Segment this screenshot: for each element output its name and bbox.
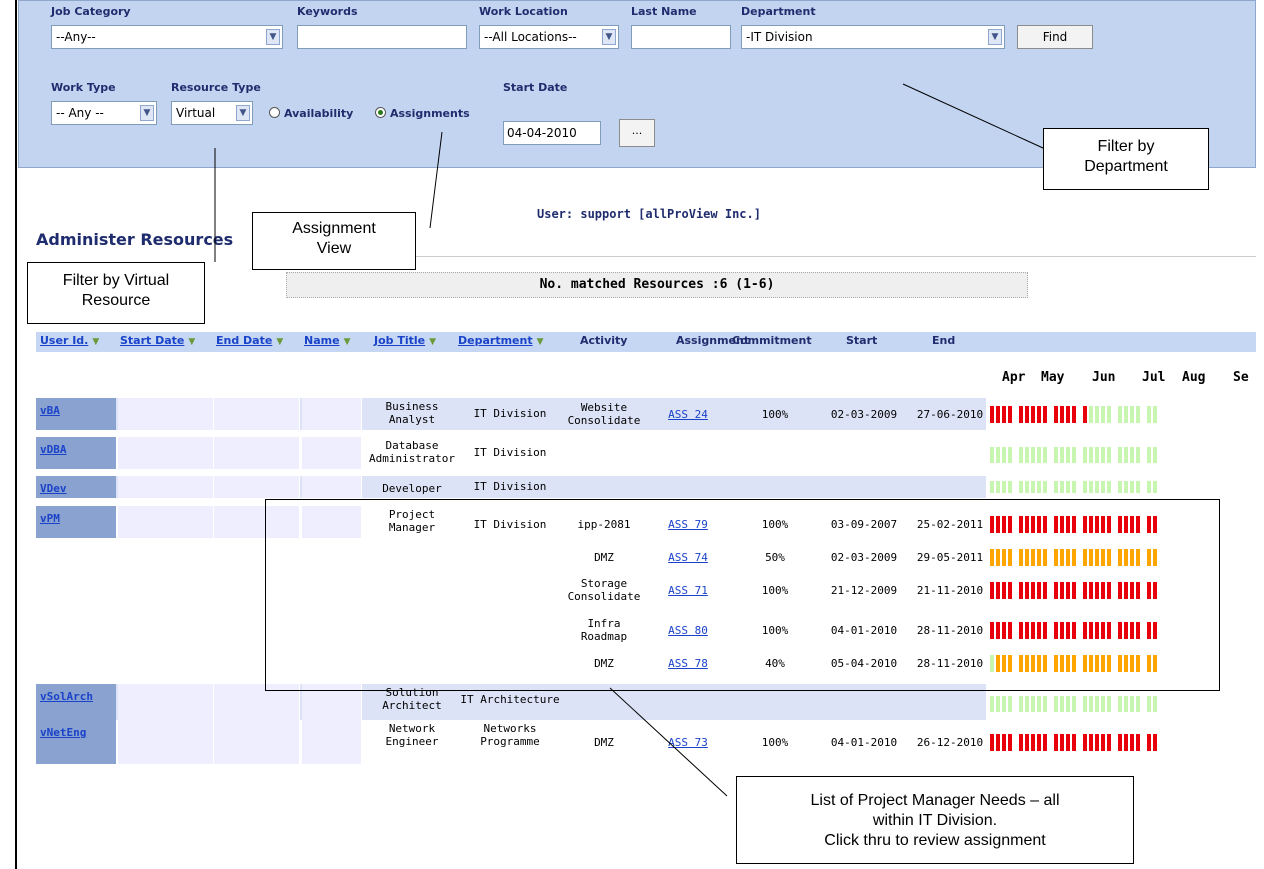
callout-text: Assignment	[292, 220, 376, 237]
callout-text: View	[316, 240, 352, 257]
department-leader-line	[902, 83, 1044, 149]
callout-assignment-view: Assignment View	[252, 212, 416, 270]
callout-text: List of Project Manager Needs – all	[810, 792, 1060, 809]
pm-leader-line	[609, 687, 728, 797]
callout-text: Resource	[81, 292, 151, 309]
assignment-leader-line	[429, 131, 443, 229]
callout-filter-virtual: Filter by Virtual Resource	[27, 262, 205, 324]
callout-text: Click thru to review assignment	[824, 832, 1046, 849]
callout-text: Department	[1084, 158, 1168, 175]
callout-text: Filter by	[1097, 138, 1155, 155]
callout-filter-department: Filter by Department	[1043, 128, 1209, 190]
callout-pm-needs: List of Project Manager Needs – all with…	[736, 776, 1134, 864]
callout-text: within IT Division.	[872, 812, 998, 829]
callout-text: Filter by Virtual	[62, 272, 170, 289]
